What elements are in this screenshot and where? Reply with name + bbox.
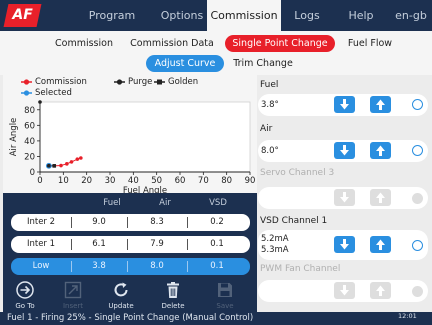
tab-language[interactable]: en-gb (390, 0, 432, 31)
fuel-value: 3.8° (261, 100, 279, 110)
subtab-commission[interactable]: Commission (46, 35, 122, 52)
servo3-select-radio[interactable] (412, 193, 423, 204)
fuel-decrease-button[interactable] (334, 96, 355, 113)
row-fuel: 9.0 (92, 217, 106, 227)
insert-button[interactable]: Insert (53, 279, 93, 312)
vsd-increase-button[interactable] (370, 236, 391, 253)
column-header-air: Air (159, 198, 171, 208)
table-row-selected[interactable]: Low 3.8 8.0 0.1 (11, 258, 250, 275)
vsd-decrease-button[interactable] (334, 236, 355, 253)
subtab-adjust-curve[interactable]: Adjust Curve (146, 55, 224, 72)
air-channel-title: Air (260, 124, 273, 134)
servo3-channel-title: Servo Channel 3 (260, 168, 335, 178)
tab-logs[interactable]: Logs (282, 0, 332, 31)
pwm-channel-title: PWM Fan Channel (260, 264, 341, 274)
legend-golden-marker (154, 79, 165, 85)
insert-icon (64, 281, 82, 299)
air-increase-button[interactable] (370, 142, 391, 159)
servo3-decrease-button[interactable] (334, 189, 355, 206)
table-row[interactable]: Inter 2 9.0 8.3 0.2 (11, 214, 250, 231)
pwm-decrease-button[interactable] (334, 282, 355, 299)
legend-commission: Commission (35, 77, 87, 87)
row-air: 8.3 (150, 217, 164, 227)
vsd-value-secondary: 5.3mA (261, 245, 289, 255)
row-air: 8.0 (150, 261, 164, 271)
update-label: Update (108, 302, 134, 310)
save-label: Save (216, 302, 234, 310)
arrow-up-icon (376, 145, 385, 156)
sub-navigation: Commission Commission Data Single Point … (0, 31, 432, 75)
arrow-down-icon (340, 239, 349, 250)
arrow-up-icon (376, 192, 385, 203)
row-vsd: 0.2 (210, 217, 224, 227)
fuel-increase-button[interactable] (370, 96, 391, 113)
legend-purge-marker (114, 79, 125, 85)
vsd-channel-title: VSD Channel 1 (260, 216, 328, 226)
pwm-increase-button[interactable] (370, 282, 391, 299)
servo3-increase-button[interactable] (370, 189, 391, 206)
status-message: Fuel 1 - Firing 25% - Single Point Chang… (7, 313, 254, 323)
tab-options[interactable]: Options (150, 0, 214, 31)
row-name: Inter 2 (26, 217, 56, 227)
subtab-commission-data[interactable]: Commission Data (128, 35, 216, 52)
column-header-fuel: Fuel (103, 198, 121, 208)
arrow-down-icon (340, 285, 349, 296)
legend-selected: Selected (35, 88, 72, 98)
row-name: Low (32, 261, 50, 271)
tab-program[interactable]: Program (76, 0, 148, 31)
legend-commission-marker (21, 79, 32, 85)
arrow-up-icon (376, 239, 385, 250)
pwm-select-radio[interactable] (412, 286, 423, 297)
goto-icon (16, 281, 34, 299)
refresh-icon (114, 282, 128, 297)
row-vsd: 0.1 (210, 239, 224, 249)
arrow-up-icon (376, 285, 385, 296)
air-select-radio[interactable] (412, 145, 423, 156)
legend-golden: Golden (168, 77, 199, 87)
delete-label: Delete (161, 302, 185, 310)
row-air: 7.9 (150, 239, 164, 249)
goto-button[interactable]: Go To (5, 279, 45, 312)
top-navigation: AF Program Options Commission Logs Help … (0, 0, 432, 31)
delete-button[interactable]: Delete (153, 279, 193, 312)
row-name: Inter 1 (26, 239, 56, 249)
row-fuel: 6.1 (92, 239, 106, 249)
fuel-channel-title: Fuel (260, 80, 279, 90)
arrow-down-icon (340, 192, 349, 203)
arrow-up-icon (376, 99, 385, 110)
arrow-down-icon (340, 145, 349, 156)
tab-commission[interactable]: Commission (207, 0, 281, 31)
column-header-vsd: VSD (209, 198, 227, 208)
table-row[interactable]: Inter 1 6.1 7.9 0.1 (11, 236, 250, 253)
arrow-down-icon (340, 99, 349, 110)
goto-label: Go To (15, 302, 35, 310)
air-value: 8.0° (261, 146, 279, 156)
action-toolbar: Go To Insert Update Delete Save (3, 279, 257, 312)
legend-purge: Purge (128, 77, 153, 87)
air-decrease-button[interactable] (334, 142, 355, 159)
insert-label: Insert (62, 302, 84, 310)
vsd-select-radio[interactable] (412, 240, 423, 251)
save-button[interactable]: Save (205, 279, 245, 312)
save-icon (218, 283, 232, 297)
row-fuel: 3.8 (92, 261, 106, 271)
brand-logo: AF (3, 4, 42, 27)
subtab-trim-change[interactable]: Trim Change (228, 55, 298, 72)
status-bar: Fuel 1 - Firing 25% - Single Point Chang… (0, 312, 432, 325)
legend-selected-marker (21, 90, 32, 96)
clock-time: 12:01 (398, 312, 417, 320)
vsd-value-primary: 5.2mA (261, 234, 289, 244)
row-vsd: 0.1 (210, 261, 224, 271)
trash-icon (167, 282, 179, 298)
update-button[interactable]: Update (101, 279, 141, 312)
tab-help[interactable]: Help (336, 0, 386, 31)
subtab-fuel-flow[interactable]: Fuel Flow (340, 35, 400, 52)
fuel-select-radio[interactable] (412, 99, 423, 110)
subtab-single-point-change[interactable]: Single Point Change (225, 35, 335, 52)
